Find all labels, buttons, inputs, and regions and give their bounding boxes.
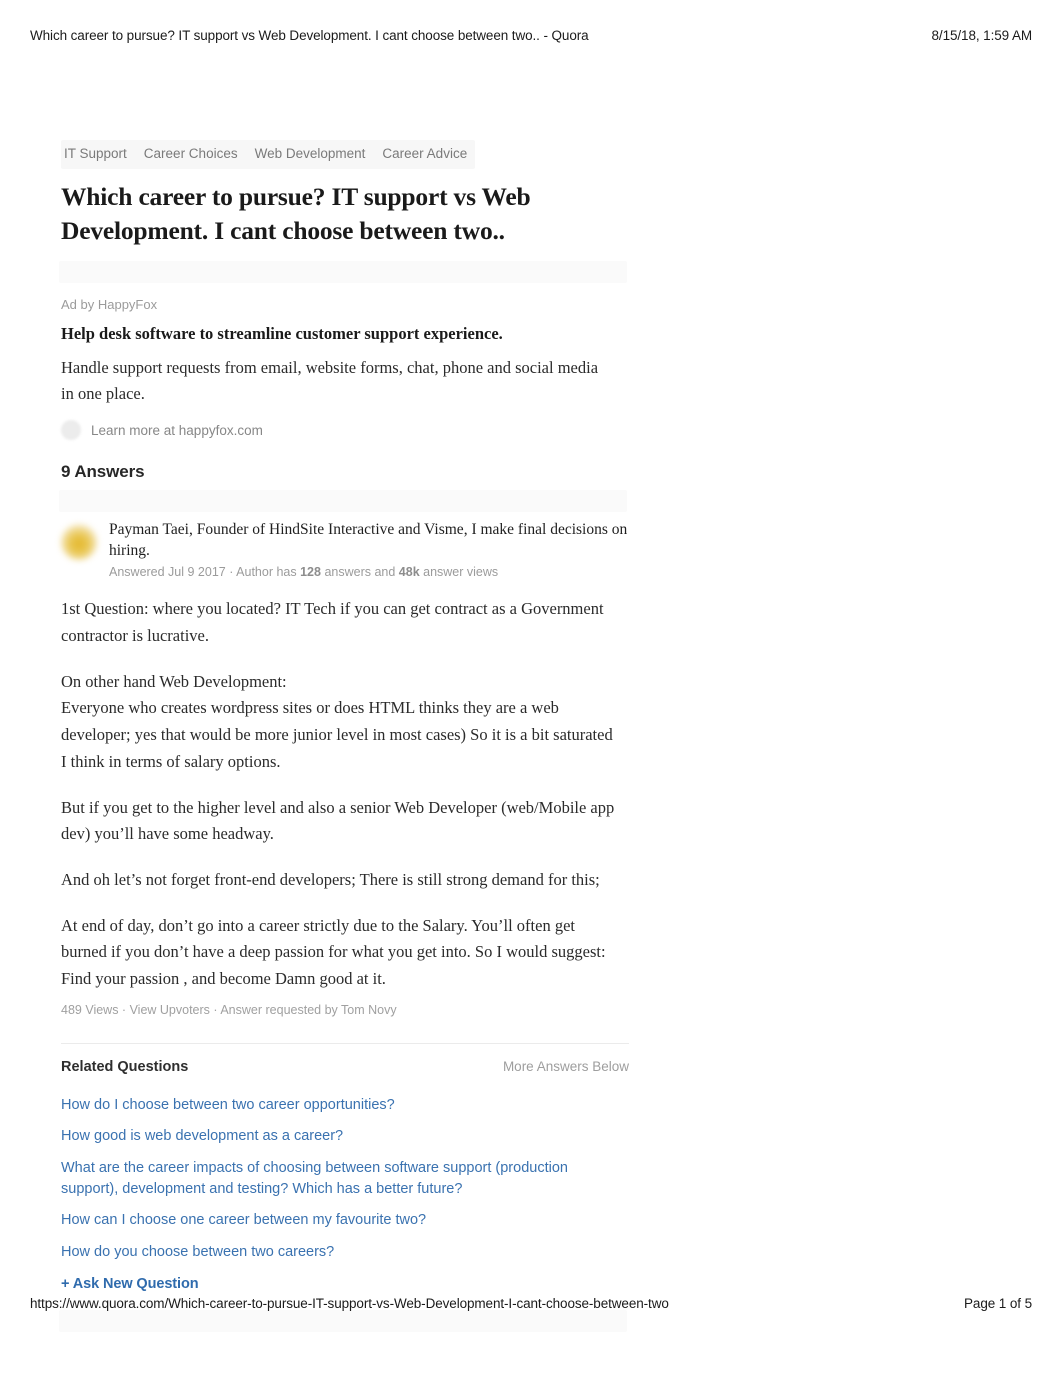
answer-paragraph: At end of day, don’t go into a career st…: [61, 915, 606, 989]
section-divider-band: [59, 261, 627, 284]
related-question-link[interactable]: How do you choose between two careers?: [61, 1242, 627, 1263]
answer-author-byline[interactable]: Payman Taei, Founder of HindSite Interac…: [109, 520, 629, 561]
answer-item: Payman Taei, Founder of HindSite Interac…: [61, 520, 629, 1017]
quora-question-page: IT Support Career Choices Web Developmen…: [59, 140, 629, 1333]
user-avatar[interactable]: [61, 524, 97, 561]
footer-separator-2: ·: [209, 1002, 221, 1017]
section-divider-band-3: [59, 1310, 627, 1333]
answer-body: 1st Question: where you located? IT Tech…: [61, 596, 629, 993]
answer-footer-meta: 489 Views · View Upvoters · Answer reque…: [61, 1003, 629, 1017]
sponsored-ad-block: Ad by HappyFox Help desk software to str…: [61, 297, 629, 441]
print-header: Which career to pursue? IT support vs We…: [30, 28, 1032, 43]
answers-count-heading: 9 Answers: [61, 462, 145, 482]
more-answers-below-link[interactable]: More Answers Below: [503, 1059, 629, 1074]
ad-cta-link[interactable]: Learn more at happyfox.com: [91, 423, 263, 438]
related-questions-title: Related Questions: [61, 1058, 189, 1075]
ask-new-question-button[interactable]: + Ask New Question: [61, 1276, 629, 1292]
page-title: Which career to pursue? IT support vs We…: [61, 181, 531, 245]
answer-author-header: Payman Taei, Founder of HindSite Interac…: [61, 520, 629, 579]
meta-separator: ·: [225, 565, 237, 580]
topic-tag-it-support[interactable]: IT Support: [64, 146, 127, 162]
answer-paragraph: And oh let’s not forget front-end develo…: [61, 870, 600, 889]
answer-paragraph: 1st Question: where you located? IT Tech…: [61, 599, 604, 645]
view-upvoters-link[interactable]: View Upvoters: [130, 1003, 210, 1017]
section-divider-band-2: [59, 490, 627, 513]
answer-paragraph: But if you get to the higher level and a…: [61, 797, 615, 844]
topic-tag-web-development[interactable]: Web Development: [255, 146, 366, 162]
author-has-prefix: Author has: [236, 565, 301, 580]
related-questions-header: Related Questions More Answers Below: [61, 1042, 629, 1075]
footer-separator-1: ·: [118, 1002, 130, 1017]
avatar-placeholder-icon: [61, 420, 81, 441]
related-question-link[interactable]: How good is web development as a career?: [61, 1126, 627, 1147]
answer-paragraph: On other hand Web Development: Everyone …: [61, 671, 613, 771]
author-answers-count: 128: [300, 565, 321, 580]
ad-sponsor-label: Ad by HappyFox: [61, 297, 158, 313]
views-word: answer views: [419, 565, 499, 580]
answer-requested-by[interactable]: Answer requested by Tom Novy: [220, 1003, 396, 1017]
answers-word: answers and: [320, 565, 399, 580]
print-footer-page: Page 1 of 5: [964, 1296, 1032, 1311]
ad-headline: Help desk software to streamline custome…: [61, 324, 503, 344]
topic-tag-career-advice[interactable]: Career Advice: [382, 146, 467, 162]
print-header-date: 8/15/18, 1:59 AM: [931, 28, 1033, 43]
related-questions-section: Related Questions More Answers Below How…: [61, 1042, 629, 1292]
related-question-link[interactable]: How can I choose one career between my f…: [61, 1210, 627, 1231]
answer-date: Answered Jul 9 2017: [109, 565, 226, 580]
topic-tag-list: IT Support Career Choices Web Developmen…: [61, 140, 476, 169]
ad-body-text: Handle support requests from email, webs…: [61, 357, 599, 404]
related-question-link[interactable]: How do I choose between two career oppor…: [61, 1095, 627, 1116]
print-footer: https://www.quora.com/Which-career-to-pu…: [30, 1296, 1032, 1311]
answer-meta: Answered Jul 9 2017 · Author has 128 ans…: [109, 565, 629, 579]
print-footer-url: https://www.quora.com/Which-career-to-pu…: [30, 1296, 669, 1311]
author-views-count: 48k: [398, 565, 420, 580]
related-questions-list: How do I choose between two career oppor…: [61, 1095, 629, 1262]
answer-views: 489 Views: [61, 1002, 119, 1017]
related-question-link[interactable]: What are the career impacts of choosing …: [61, 1158, 627, 1199]
topic-tag-career-choices[interactable]: Career Choices: [144, 146, 238, 162]
print-header-title: Which career to pursue? IT support vs We…: [30, 28, 589, 43]
ad-cta-row[interactable]: Learn more at happyfox.com: [61, 420, 629, 441]
